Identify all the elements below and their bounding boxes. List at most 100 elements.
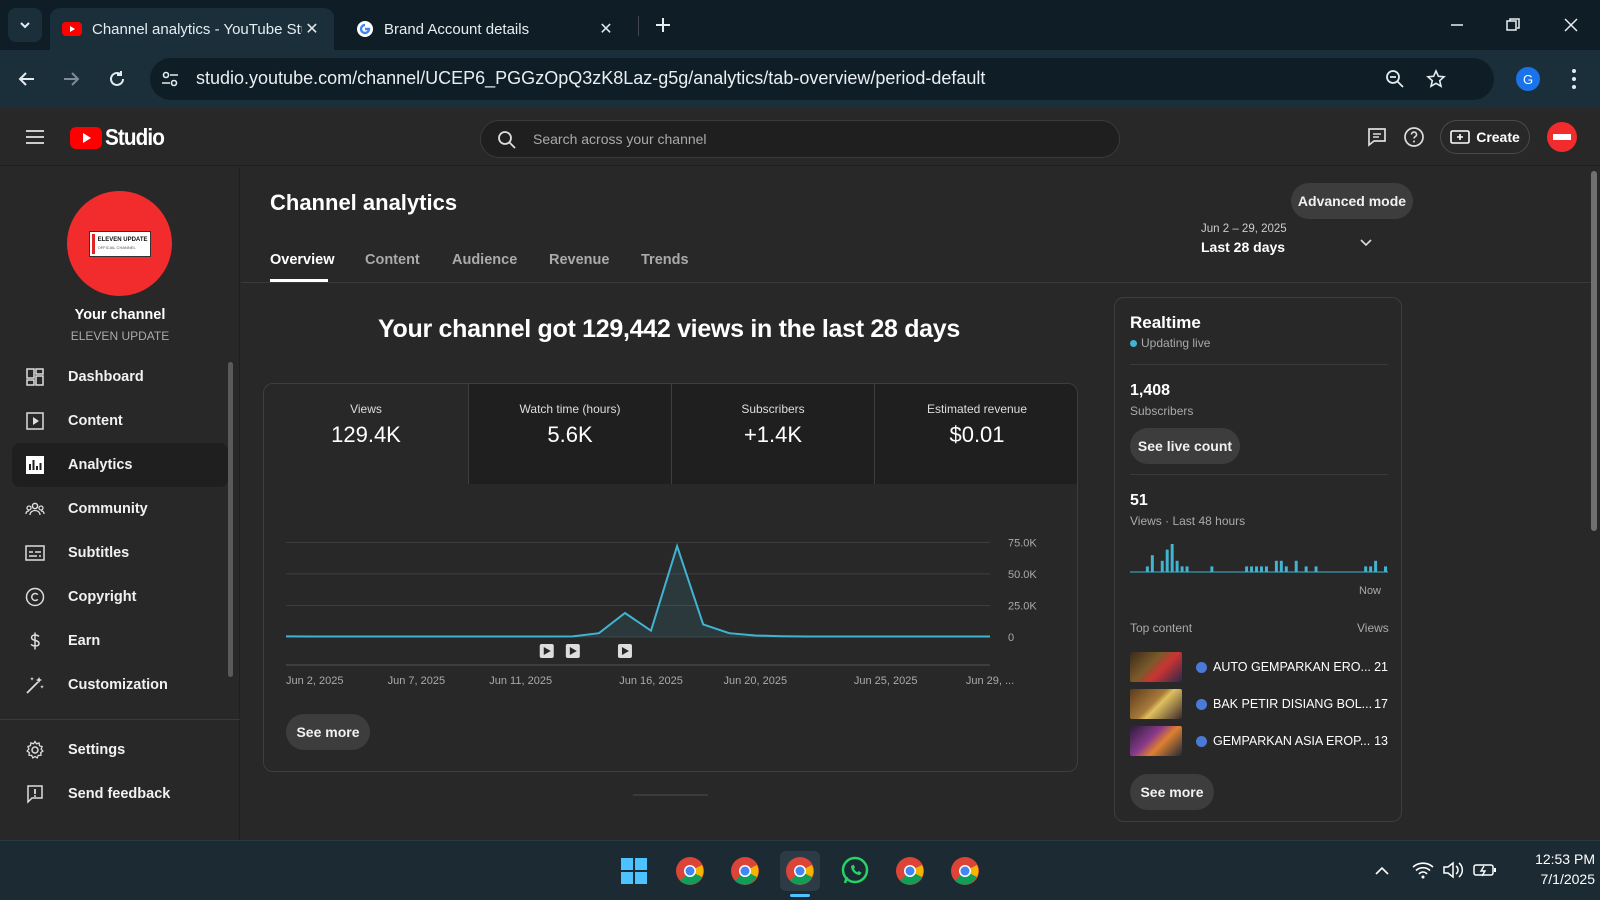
now-label: Now bbox=[1359, 585, 1382, 597]
top-content-row[interactable]: GEMPARKAN ASIA EROP... 13 bbox=[1130, 726, 1388, 756]
sidebar-scrollbar[interactable] bbox=[228, 362, 233, 677]
x-tick-label: Jun 29, ... bbox=[966, 675, 1014, 687]
account-avatar[interactable] bbox=[1547, 122, 1577, 152]
page-scrollbar[interactable] bbox=[1591, 171, 1597, 531]
taskbar-chrome-2[interactable] bbox=[725, 851, 765, 891]
metric-views[interactable]: Views 129.4K bbox=[264, 384, 468, 484]
y-tick-label: 50.0K bbox=[1008, 569, 1037, 581]
tab-revenue[interactable]: Revenue bbox=[549, 252, 609, 268]
browser-tab-brand-account[interactable]: Brand Account details ✕ bbox=[344, 8, 628, 50]
sidebar-item-settings[interactable]: Settings bbox=[12, 728, 228, 772]
see-live-count-button[interactable]: See live count bbox=[1130, 428, 1240, 464]
sidebar-item-analytics[interactable]: Analytics bbox=[12, 443, 228, 487]
sidebar-item-customization[interactable]: Customization bbox=[12, 663, 228, 707]
create-button[interactable]: Create bbox=[1440, 120, 1530, 154]
start-button[interactable] bbox=[614, 851, 654, 891]
create-label: Create bbox=[1476, 129, 1520, 145]
top-content-row[interactable]: BAK PETIR DISIANG BOL... 17 bbox=[1130, 689, 1388, 719]
sidebar-item-send-feedback[interactable]: Send feedback bbox=[12, 772, 228, 816]
clock-time: 12:53 PM bbox=[1535, 851, 1595, 867]
sidebar-item-content[interactable]: Content bbox=[12, 399, 228, 443]
channel-avatar[interactable]: ELEVEN UPDATE OFFICIAL CHANNEL bbox=[67, 191, 172, 296]
sidebar-item-label: Customization bbox=[68, 677, 168, 693]
advanced-mode-button[interactable]: Advanced mode bbox=[1291, 183, 1413, 219]
zoom-icon[interactable] bbox=[1385, 69, 1405, 89]
taskbar-chrome-3[interactable] bbox=[890, 851, 930, 891]
plus-icon bbox=[656, 18, 670, 32]
globe-icon bbox=[1196, 661, 1207, 673]
metric-subscribers[interactable]: Subscribers +1.4K bbox=[671, 384, 874, 484]
battery-icon[interactable] bbox=[1473, 862, 1497, 878]
metric-revenue[interactable]: Estimated revenue $0.01 bbox=[874, 384, 1077, 484]
copyright-icon bbox=[25, 587, 45, 607]
card-page-indicator bbox=[633, 794, 708, 796]
top-content-row[interactable]: AUTO GEMPARKAN ERO... 21 bbox=[1130, 652, 1388, 682]
date-range-picker[interactable]: Jun 2 – 29, 2025 Last 28 days bbox=[1201, 223, 1381, 267]
close-tab-icon[interactable]: ✕ bbox=[596, 19, 616, 39]
sidebar-item-community[interactable]: Community bbox=[12, 487, 228, 531]
views-chart[interactable]: 75.0K 50.0K 25.0K 0 Jun 2, 2025 Jun 7, 2025 Ju… bbox=[264, 484, 1078, 699]
sidebar-item-subtitles[interactable]: Subtitles bbox=[12, 531, 228, 575]
tab-content[interactable]: Content bbox=[365, 252, 420, 268]
minimize-button[interactable] bbox=[1444, 12, 1470, 38]
realtime-bar bbox=[1170, 544, 1174, 572]
metric-watch-time[interactable]: Watch time (hours) 5.6K bbox=[468, 384, 671, 484]
back-button[interactable] bbox=[14, 66, 40, 92]
close-window-button[interactable] bbox=[1558, 12, 1584, 38]
search-input[interactable]: Search across your channel bbox=[480, 120, 1120, 158]
site-info-icon[interactable] bbox=[160, 69, 180, 89]
close-tab-icon[interactable]: ✕ bbox=[302, 19, 322, 39]
taskbar-chrome-1[interactable] bbox=[670, 851, 710, 891]
wifi-icon[interactable] bbox=[1412, 861, 1434, 879]
tab-audience[interactable]: Audience bbox=[452, 252, 517, 268]
metric-value: 129.4K bbox=[331, 422, 401, 447]
realtime-bar bbox=[1145, 566, 1149, 572]
sidebar-item-label: Copyright bbox=[68, 589, 137, 605]
chevron-down-icon bbox=[1360, 239, 1372, 247]
sidebar-item-earn[interactable]: Earn bbox=[12, 619, 228, 663]
show-hidden-icons-icon[interactable] bbox=[1374, 863, 1390, 879]
realtime-bar bbox=[1294, 560, 1298, 572]
see-more-chart-button[interactable]: See more bbox=[286, 714, 370, 750]
profile-avatar[interactable]: G bbox=[1516, 67, 1540, 91]
settings-icon bbox=[26, 740, 44, 759]
tab-overview[interactable]: Overview bbox=[270, 252, 335, 268]
globe-icon bbox=[1196, 735, 1207, 747]
help-icon[interactable] bbox=[1403, 126, 1425, 148]
tab-trends[interactable]: Trends bbox=[641, 252, 689, 268]
taskbar-whatsapp[interactable] bbox=[835, 851, 875, 891]
studio-logo[interactable]: Studio bbox=[70, 124, 171, 151]
studio-header: Studio Search across your channel Create bbox=[0, 108, 1600, 166]
messages-icon[interactable] bbox=[1366, 126, 1388, 148]
hamburger-menu-icon[interactable] bbox=[26, 130, 44, 144]
sidebar-item-dashboard[interactable]: Dashboard bbox=[12, 355, 228, 399]
new-tab-button[interactable] bbox=[650, 12, 676, 38]
taskbar-chrome-4[interactable] bbox=[945, 851, 985, 891]
see-more-realtime-button[interactable]: See more bbox=[1130, 774, 1214, 810]
browser-tab-analytics[interactable]: Channel analytics - YouTube Studio ✕ bbox=[50, 8, 334, 50]
sidebar-item-copyright[interactable]: Copyright bbox=[12, 575, 228, 619]
volume-icon[interactable] bbox=[1442, 861, 1464, 879]
realtime-bar bbox=[1384, 566, 1387, 572]
x-tick-label: Jun 7, 2025 bbox=[388, 675, 446, 687]
x-tick-label: Jun 16, 2025 bbox=[619, 675, 683, 687]
restore-button[interactable] bbox=[1500, 12, 1526, 38]
realtime-card: Realtime Updating live 1,408 Subscribers… bbox=[1114, 297, 1402, 822]
reload-button[interactable] bbox=[104, 66, 130, 92]
realtime-bar bbox=[1374, 560, 1378, 572]
tab-search-button[interactable] bbox=[8, 8, 42, 42]
realtime-bar-chart[interactable] bbox=[1130, 538, 1388, 580]
channel-logo-text: ELEVEN UPDATE bbox=[97, 236, 148, 243]
video-thumbnail bbox=[1130, 689, 1182, 719]
clock[interactable]: 12:53 PM 7/1/2025 bbox=[1505, 851, 1595, 887]
url-bar[interactable]: studio.youtube.com/channel/UCEP6_PGGzOpQ… bbox=[150, 58, 1494, 100]
forward-button[interactable] bbox=[58, 66, 84, 92]
taskbar-chrome-active[interactable] bbox=[780, 851, 820, 891]
dashboard-icon bbox=[26, 368, 44, 386]
video-thumbnail bbox=[1130, 726, 1182, 756]
y-tick-label: 25.0K bbox=[1008, 600, 1037, 612]
globe-icon bbox=[1196, 698, 1207, 710]
browser-menu-icon[interactable] bbox=[1568, 67, 1580, 91]
bookmark-star-icon[interactable] bbox=[1426, 69, 1446, 89]
close-icon bbox=[1564, 18, 1578, 32]
